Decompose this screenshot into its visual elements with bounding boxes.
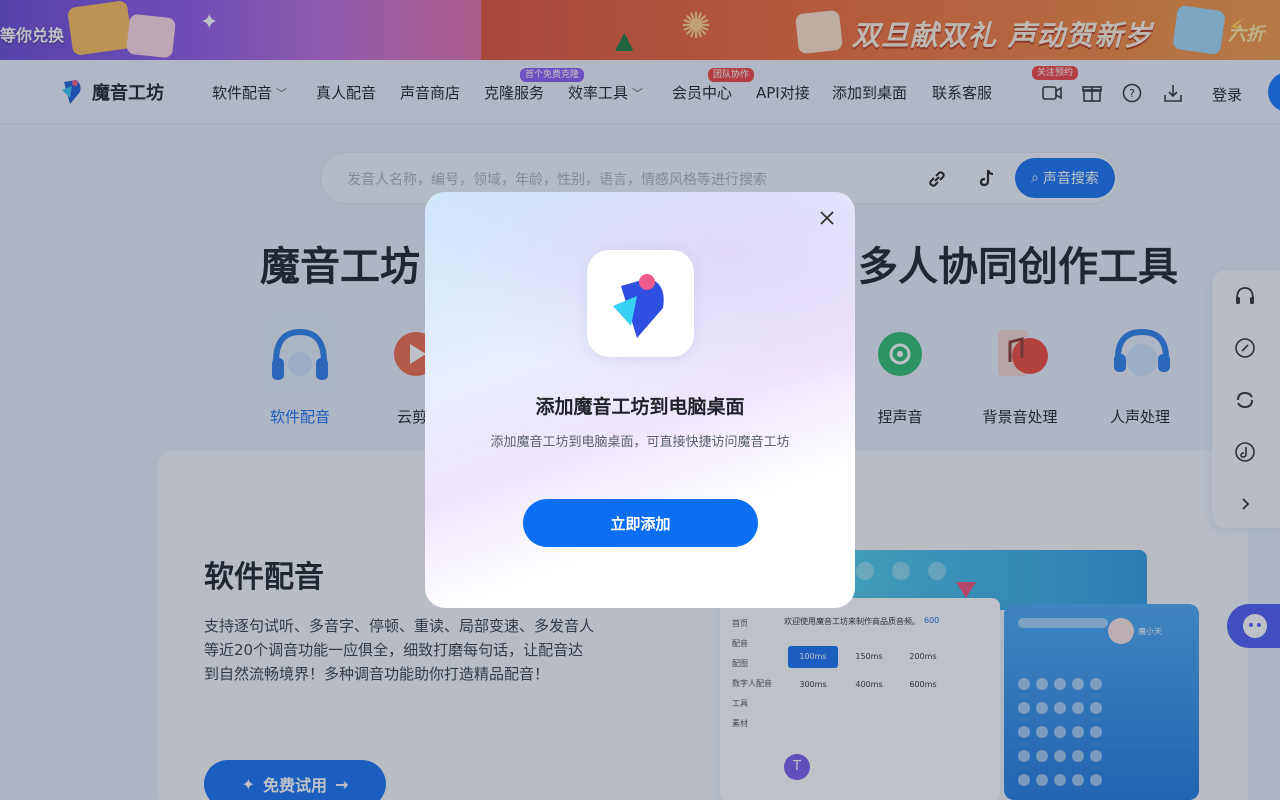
add-to-desktop-dialog: 添加魔音工坊到电脑桌面 添加魔音工坊到电脑桌面，可直接快捷访问魔音工坊 立即添加 (425, 192, 855, 608)
modal-description: 添加魔音工坊到电脑桌面，可直接快捷访问魔音工坊 (490, 435, 790, 450)
close-icon[interactable] (817, 208, 837, 228)
app-logo-icon (587, 250, 694, 357)
modal-title: 添加魔音工坊到电脑桌面 (535, 396, 745, 418)
add-now-button[interactable]: 立即添加 (523, 499, 758, 547)
